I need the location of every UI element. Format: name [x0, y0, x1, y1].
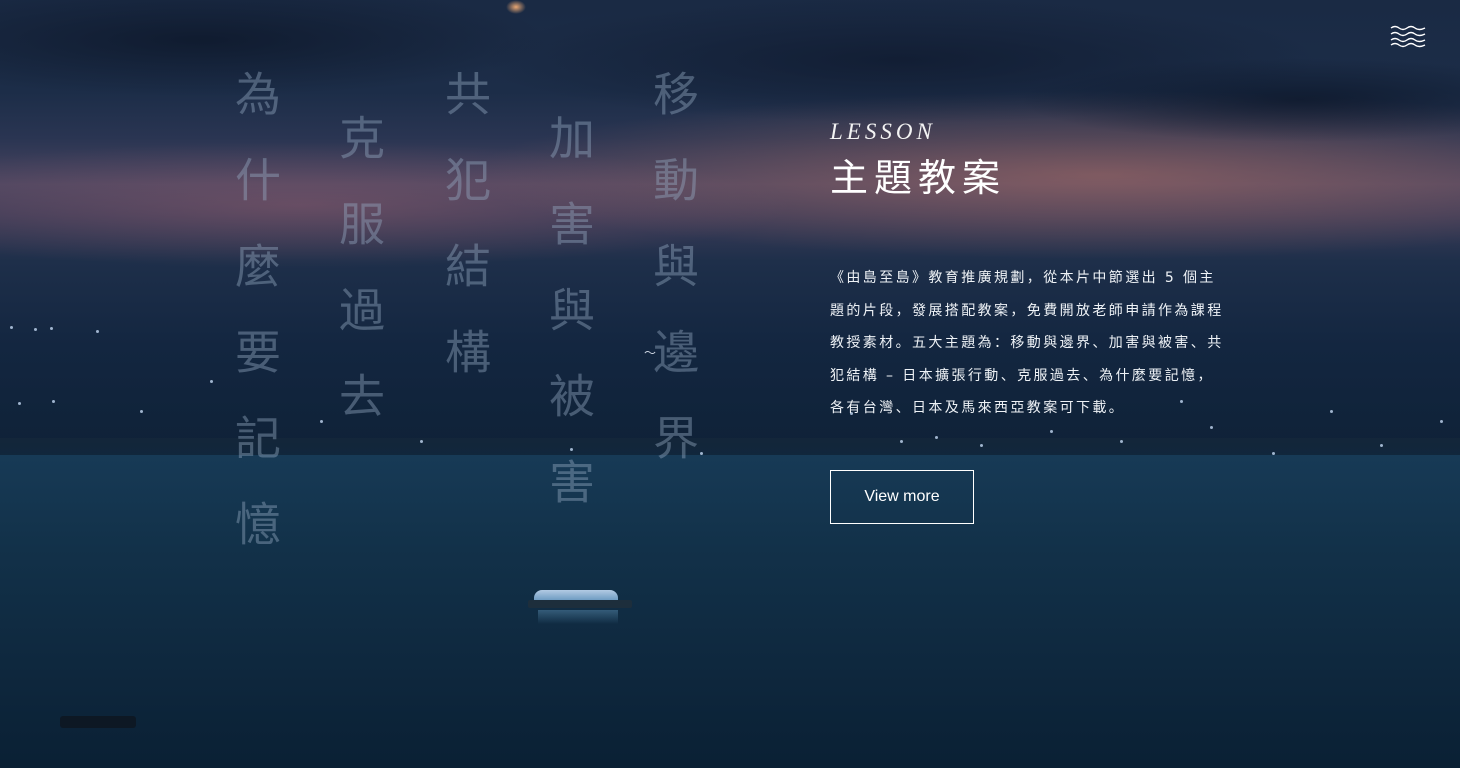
section-eyebrow: LESSON [830, 119, 936, 144]
small-boat [60, 716, 136, 728]
lesson-content: LESSON 主題教案 《由島至島》教育推廣規劃，從本片中節選出 5 個主題的片… [830, 118, 1230, 425]
theme-column-complicity: 共犯結構 [438, 70, 492, 414]
theme-column-overcome-past: 克服過去 [332, 114, 386, 458]
theme-column-why-remember: 為什麼要記憶 [228, 70, 282, 586]
menu-button[interactable] [1390, 24, 1426, 48]
section-description: 《由島至島》教育推廣規劃，從本片中節選出 5 個主題的片段，發展搭配教案，免費開… [830, 270, 1224, 417]
theme-columns: 為什麼要記憶 克服過去 共犯結構 加害與被害 移動與邊界 [0, 0, 760, 600]
view-more-button[interactable]: View more [830, 470, 974, 524]
hamburger-wave-icon [1390, 25, 1426, 48]
theme-column-perpetrator-victim: 加害與被害 [542, 114, 596, 544]
ship-reflection [538, 610, 618, 624]
section-title: 主題教案 [830, 156, 1007, 200]
hero-section: 〜 為什麼要記憶 克服過去 共犯結構 加害與被害 移動與邊界 LESSON 主題… [0, 0, 1460, 768]
ship-hull [528, 600, 632, 608]
theme-column-movement-border: 移動與邊界 [646, 70, 700, 500]
